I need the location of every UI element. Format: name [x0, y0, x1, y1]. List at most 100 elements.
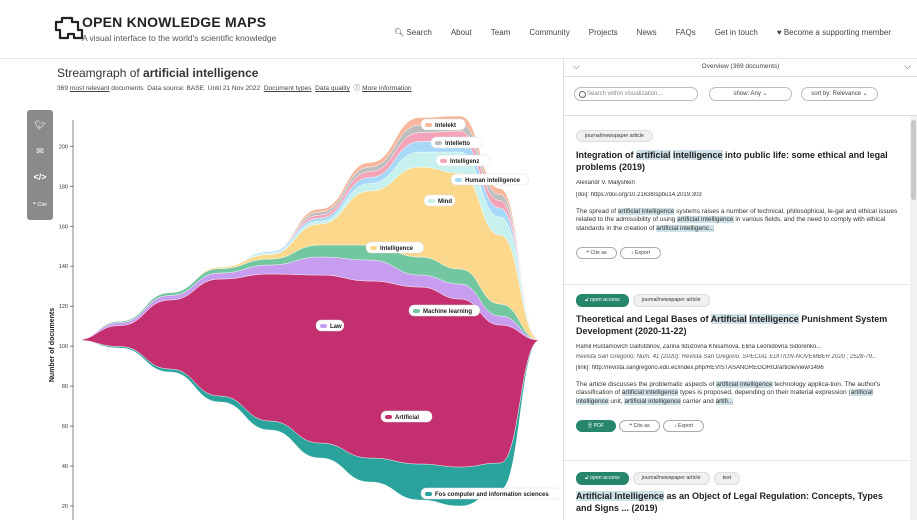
quote-icon: ❝ [32, 202, 36, 208]
stream-label[interactable]: Intelligence [365, 241, 424, 254]
export-label: Export [635, 250, 651, 256]
stream-label-text: Intelekt [435, 123, 456, 129]
stream-label-swatch [440, 159, 447, 163]
y-axis-label: Number of documents [49, 308, 56, 382]
text-fragment: Theoretical and Legal Bases of [576, 314, 711, 324]
nav-support[interactable]: ♥ Become a supporting member [777, 28, 891, 37]
data-quality-link[interactable]: Data quality [315, 85, 350, 92]
viz-meta: 369 most relevant documents Data source:… [57, 82, 412, 92]
text-fragment: The article discusses the problematic as… [576, 381, 717, 388]
date-until: Until 21 Nov 2022 [207, 85, 261, 92]
stream-label-swatch [435, 141, 442, 145]
nav-get-in-touch[interactable]: Get in touch [715, 28, 758, 37]
results-scrollbar[interactable] [910, 116, 917, 520]
nav-faqs[interactable]: FAQs [676, 28, 696, 37]
text-fragment: unit, [608, 397, 625, 405]
y-tick-label: 80 [62, 384, 68, 390]
stream-label-text: Fos computer and information sciences [435, 492, 549, 498]
download-icon: ↓ [673, 423, 677, 429]
overview-bar[interactable]: ⌵ Overview (369 documents) ⌵ [564, 58, 917, 77]
cite-as-label: Cite as [590, 250, 607, 256]
stream-label[interactable]: Machine learning [408, 304, 481, 317]
stream-label[interactable]: Fos computer and information sciences [420, 487, 560, 500]
stream-label[interactable]: Intelletto [430, 136, 483, 149]
stream-label[interactable]: Intelligenz [435, 154, 491, 167]
export-button[interactable]: ↓ Export [663, 420, 704, 432]
highlighted-term: artifi... [715, 397, 734, 405]
sort-dropdown[interactable]: sort by: Relevance ⌄ [801, 87, 878, 101]
quote-icon: ❝ [586, 250, 590, 256]
scrollbar-thumb[interactable] [911, 120, 916, 200]
highlighted-term: Artificial [710, 314, 747, 324]
y-tick-label: 40 [62, 464, 68, 470]
stream-label-text: Intelletto [445, 141, 470, 147]
show-filter-label: show: Any [733, 91, 761, 97]
result-abstract: The article discusses the problematic as… [576, 381, 901, 406]
highlighted-term: artificial intelligence [624, 397, 681, 405]
cite-label: Cite [37, 202, 48, 208]
result-authors: Alexandr V. Malyshkin [576, 180, 635, 186]
nav-news[interactable]: News [637, 28, 657, 37]
more-information-link[interactable]: More information [362, 85, 411, 92]
text-fragment: types is proposed, depending on their ma… [678, 389, 851, 397]
text-fragment: Integration of [576, 150, 636, 160]
result-source: Revista San Gregorio; Núm. 41 (2020): Re… [576, 354, 878, 360]
page: OPEN KNOWLEDGE MAPS A visual interface t… [0, 0, 917, 520]
stream-label-swatch [425, 492, 432, 496]
email-icon[interactable]: ✉ [27, 138, 53, 164]
y-tick-label: 180 [59, 184, 68, 190]
y-tick-label: 160 [59, 224, 68, 230]
cite-as-button[interactable]: ❝ Cite as [619, 420, 660, 432]
y-tick-label: 200 [59, 144, 68, 150]
chevron-down-icon[interactable]: ⌵ [904, 61, 911, 72]
open-access-label: open access [589, 475, 620, 481]
stream-label[interactable]: Human intelligence [450, 173, 529, 186]
most-relevant-link[interactable]: most relevant [70, 85, 110, 92]
result-title[interactable]: Integration of artificial intelligence i… [576, 149, 901, 173]
quote-icon: ❝ [629, 423, 633, 429]
document-types-link[interactable]: Document types [264, 85, 312, 92]
stream-label[interactable]: Mind [423, 194, 456, 207]
nav-search-label: Search [406, 28, 432, 37]
stream-artificial[interactable] [74, 273, 541, 468]
stream-label-text: Mind [438, 199, 452, 205]
result-link[interactable]: [doi]: https://doi.org/10.21638/spbu14.2… [576, 192, 901, 198]
cite-button[interactable]: ❝ Cite [27, 192, 53, 218]
y-tick-label: 140 [59, 264, 68, 270]
nav-about[interactable]: About [451, 28, 472, 37]
doc-type-tag: journal/newspaper article [632, 472, 710, 485]
result-title[interactable]: Theoretical and Legal Bases of Artificia… [576, 313, 901, 337]
nav-team[interactable]: Team [491, 28, 511, 37]
result-title[interactable]: Artificial Intelligence as an Object of … [576, 490, 901, 514]
embed-icon[interactable]: </> [27, 164, 53, 190]
nav-community[interactable]: Community [529, 28, 569, 37]
open-access-tag: 🔓︎ open access [576, 294, 629, 307]
result-link[interactable]: [link]: http://revista.sangregorio.edu.e… [576, 365, 901, 371]
highlighted-term: artificial intelligence [677, 216, 734, 224]
result-card[interactable]: journal/newspaper article Integration of… [564, 116, 909, 285]
stream-label-swatch [413, 309, 420, 313]
export-button[interactable]: ↓ Export [620, 247, 661, 259]
cite-as-button[interactable]: ❝ Cite as [576, 247, 617, 259]
doc-type-tag: text [713, 472, 741, 485]
stream-label[interactable]: Artificial [380, 410, 433, 423]
streamgraph: 20 40 60 80 100 120 140 160 180 200 Fos computer … [49, 115, 560, 520]
result-card[interactable]: 🔓︎ open access journal/newspaper article… [564, 460, 909, 520]
show-filter-dropdown[interactable]: show: Any ⌄ [709, 87, 792, 101]
stream-label[interactable]: Law [315, 319, 345, 332]
highlighted-term: artificial intelligenc... [656, 224, 715, 232]
result-card[interactable]: 🔓︎ open access journal/newspaper article… [564, 284, 909, 461]
search-input[interactable]: Search within visualization... [574, 87, 698, 101]
y-tick-label: 100 [59, 344, 68, 350]
brand-name[interactable]: OPEN KNOWLEDGE MAPS [82, 14, 266, 30]
unlock-icon: 🔓︎ [585, 297, 589, 303]
pdf-button[interactable]: 🗎︎ PDF [576, 420, 616, 432]
nav-projects[interactable]: Projects [589, 28, 618, 37]
search-icon: 🔍︎ [394, 28, 405, 37]
data-source: Data source: BASE [147, 85, 205, 92]
stream-label[interactable]: Intelekt [420, 118, 466, 131]
stream-label-swatch [425, 123, 432, 127]
twitter-icon[interactable]: 🐦︎ [27, 112, 53, 138]
nav-search[interactable]: 🔍︎ Search [394, 28, 432, 37]
share-sidebar: 🐦︎ ✉ </> ❝ Cite [27, 110, 53, 220]
